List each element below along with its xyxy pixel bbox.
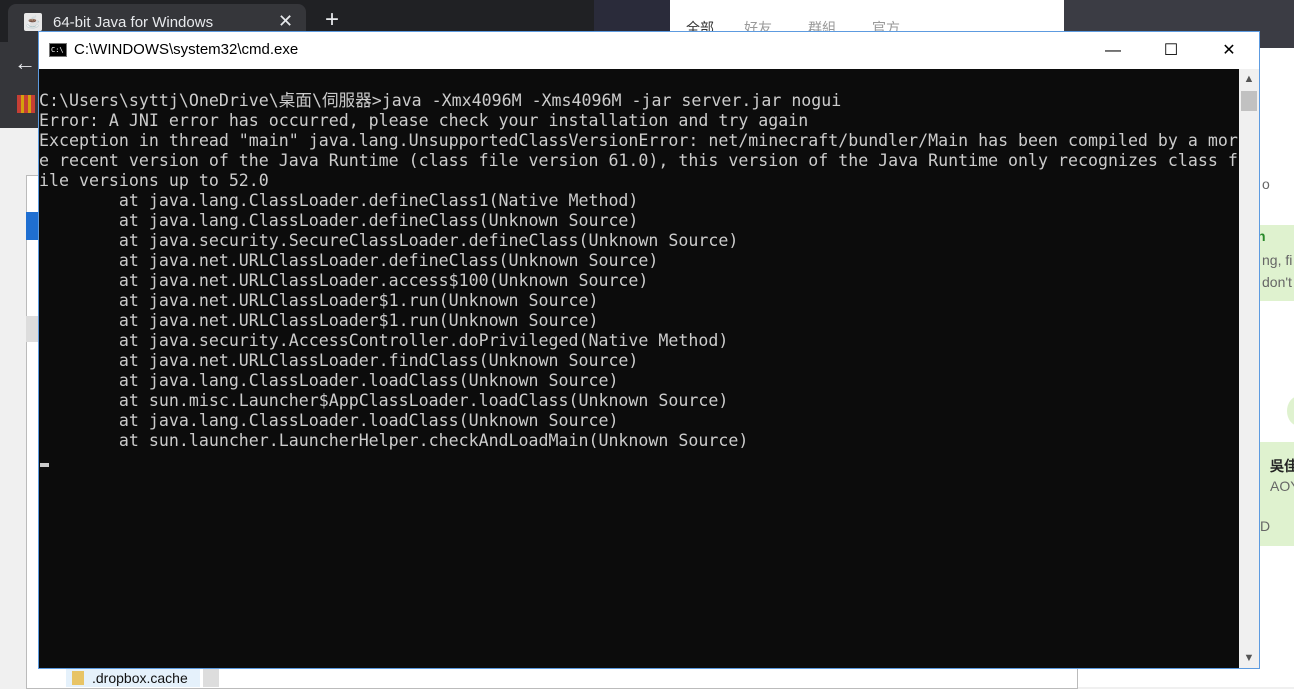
folder-name[interactable]: .dropbox.cache (92, 670, 188, 686)
messenger-tabbar: 全部 好友 群組 官方 (670, 0, 1064, 36)
maximize-button[interactable]: ☐ (1142, 32, 1200, 69)
window-title: C:\WINDOWS\system32\cmd.exe (74, 41, 299, 58)
console-output: C:\Users\syttj\OneDrive\桌面\伺服器>java -Xmx… (39, 91, 1238, 450)
scroll-down-icon[interactable]: ▼ (1239, 648, 1259, 668)
chat-snippet: o (1262, 176, 1270, 192)
chat-snippet: D (1260, 518, 1271, 534)
scroll-thumb[interactable] (1241, 91, 1257, 111)
apps-grid-icon[interactable] (17, 95, 35, 113)
minimize-button[interactable]: — (1084, 32, 1142, 69)
tab-title: 64-bit Java for Windows (53, 14, 214, 31)
tab-close-icon[interactable]: ✕ (278, 11, 293, 32)
console-output-area[interactable]: C:\Users\syttj\OneDrive\桌面\伺服器>java -Xmx… (39, 69, 1239, 668)
new-tab-button[interactable]: + (325, 6, 339, 34)
chat-snippet: don't (1262, 274, 1292, 290)
scroll-up-icon[interactable]: ▲ (1239, 69, 1259, 89)
cmd-titlebar[interactable]: C:\ C:\WINDOWS\system32\cmd.exe — ☐ ✕ (39, 32, 1259, 69)
explorer-row (26, 316, 38, 342)
java-icon: ☕ (24, 13, 42, 31)
explorer-selection (26, 212, 38, 240)
explorer-scrollbar[interactable] (203, 669, 219, 687)
chat-snippet: AOY (1270, 478, 1294, 494)
back-arrow-icon[interactable]: ← (14, 50, 36, 76)
close-button[interactable]: ✕ (1200, 32, 1258, 69)
cmd-icon[interactable]: C:\ (49, 43, 67, 57)
text-cursor (40, 463, 49, 467)
vertical-scrollbar[interactable]: ▲ ▼ (1239, 69, 1259, 668)
folder-icon (72, 671, 84, 685)
contact-name: 吳佳 (1270, 458, 1294, 474)
chat-snippet: ng, fi (1262, 252, 1293, 268)
cmd-window[interactable]: C:\ C:\WINDOWS\system32\cmd.exe — ☐ ✕ C:… (38, 31, 1260, 669)
